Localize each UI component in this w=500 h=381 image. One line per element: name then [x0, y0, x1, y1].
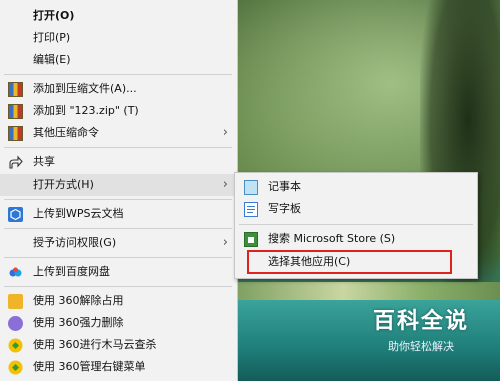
menu-item-open-with[interactable]: 打开方式(H) ›	[0, 174, 238, 196]
store-icon	[244, 232, 258, 247]
submenu-item-label: 记事本	[268, 180, 301, 193]
archive-icon	[8, 82, 23, 97]
menu-item-360-unlock[interactable]: 使用 360解除占用	[0, 290, 238, 312]
menu-separator	[239, 224, 473, 225]
menu-item-360-delete[interactable]: 使用 360强力删除	[0, 312, 238, 334]
menu-item-add-to-archive[interactable]: 添加到压缩文件(A)...	[0, 78, 238, 100]
menu-item-upload-baidu[interactable]: 上传到百度网盘	[0, 261, 238, 283]
submenu-item-search-store[interactable]: 搜索 Microsoft Store (S)	[235, 228, 477, 250]
chevron-right-icon: ›	[222, 235, 228, 250]
360-delete-icon	[8, 316, 23, 331]
menu-item-label: 使用 360管理右键菜单	[33, 360, 146, 373]
submenu-item-wordpad[interactable]: 写字板	[235, 198, 477, 220]
360-menu-icon	[8, 360, 23, 375]
menu-item-edit[interactable]: 编辑(E)	[0, 49, 238, 71]
menu-separator	[4, 228, 232, 229]
menu-item-label: 打开(O)	[33, 9, 75, 22]
menu-item-label: 使用 360进行木马云查杀	[33, 338, 157, 351]
menu-item-label: 共享	[33, 155, 55, 168]
menu-item-share[interactable]: 共享	[0, 151, 238, 173]
menu-item-open[interactable]: 打开(O)	[0, 5, 238, 27]
wps-cloud-icon	[8, 207, 23, 222]
360-scan-icon	[8, 338, 23, 353]
submenu-item-label: 搜索 Microsoft Store (S)	[268, 232, 396, 245]
submenu-item-notepad[interactable]: 记事本	[235, 176, 477, 198]
menu-item-label: 上传到百度网盘	[33, 265, 110, 278]
menu-separator	[4, 147, 232, 148]
menu-separator	[4, 199, 232, 200]
menu-item-label: 授予访问权限(G)	[33, 236, 117, 249]
menu-item-label: 添加到 "123.zip" (T)	[33, 104, 139, 117]
menu-item-label: 使用 360解除占用	[33, 294, 124, 307]
menu-separator	[4, 257, 232, 258]
submenu-item-label: 写字板	[268, 202, 301, 215]
menu-item-label: 其他压缩命令	[33, 126, 99, 139]
watermark-logo: 百科全说 助你轻松解决	[357, 303, 485, 363]
menu-item-other-compress[interactable]: 其他压缩命令 ›	[0, 122, 238, 144]
menu-separator	[4, 286, 232, 287]
watermark-subtitle: 助你轻松解决	[388, 340, 454, 353]
menu-separator	[4, 74, 232, 75]
menu-item-label: 上传到WPS云文档	[33, 207, 124, 220]
menu-item-360-menu[interactable]: 使用 360管理右键菜单	[0, 356, 238, 378]
archive-icon	[8, 104, 23, 119]
chevron-right-icon: ›	[222, 177, 228, 192]
annotation-highlight-box	[247, 250, 452, 274]
menu-item-grant-access[interactable]: 授予访问权限(G) ›	[0, 232, 238, 254]
archive-icon	[8, 126, 23, 141]
360-unlock-icon	[8, 294, 23, 309]
menu-item-label: 打印(P)	[33, 31, 71, 44]
menu-item-add-to-zip[interactable]: 添加到 "123.zip" (T)	[0, 100, 238, 122]
menu-item-upload-wps[interactable]: 上传到WPS云文档	[0, 203, 238, 225]
wordpad-icon	[244, 202, 258, 217]
menu-item-label: 添加到压缩文件(A)...	[33, 82, 137, 95]
menu-item-print[interactable]: 打印(P)	[0, 27, 238, 49]
baidu-netdisk-icon	[8, 265, 23, 280]
chevron-right-icon: ›	[222, 125, 228, 140]
file-context-menu: 打开(O) 打印(P) 编辑(E) 添加到压缩文件(A)... 添加到 "123…	[0, 0, 238, 381]
notepad-icon	[244, 180, 258, 195]
menu-item-label: 使用 360强力删除	[33, 316, 124, 329]
watermark-title: 百科全说	[372, 309, 469, 334]
share-icon	[8, 155, 23, 170]
menu-item-label: 打开方式(H)	[33, 178, 94, 191]
menu-item-360-scan[interactable]: 使用 360进行木马云查杀	[0, 334, 238, 356]
menu-item-label: 编辑(E)	[33, 53, 71, 66]
